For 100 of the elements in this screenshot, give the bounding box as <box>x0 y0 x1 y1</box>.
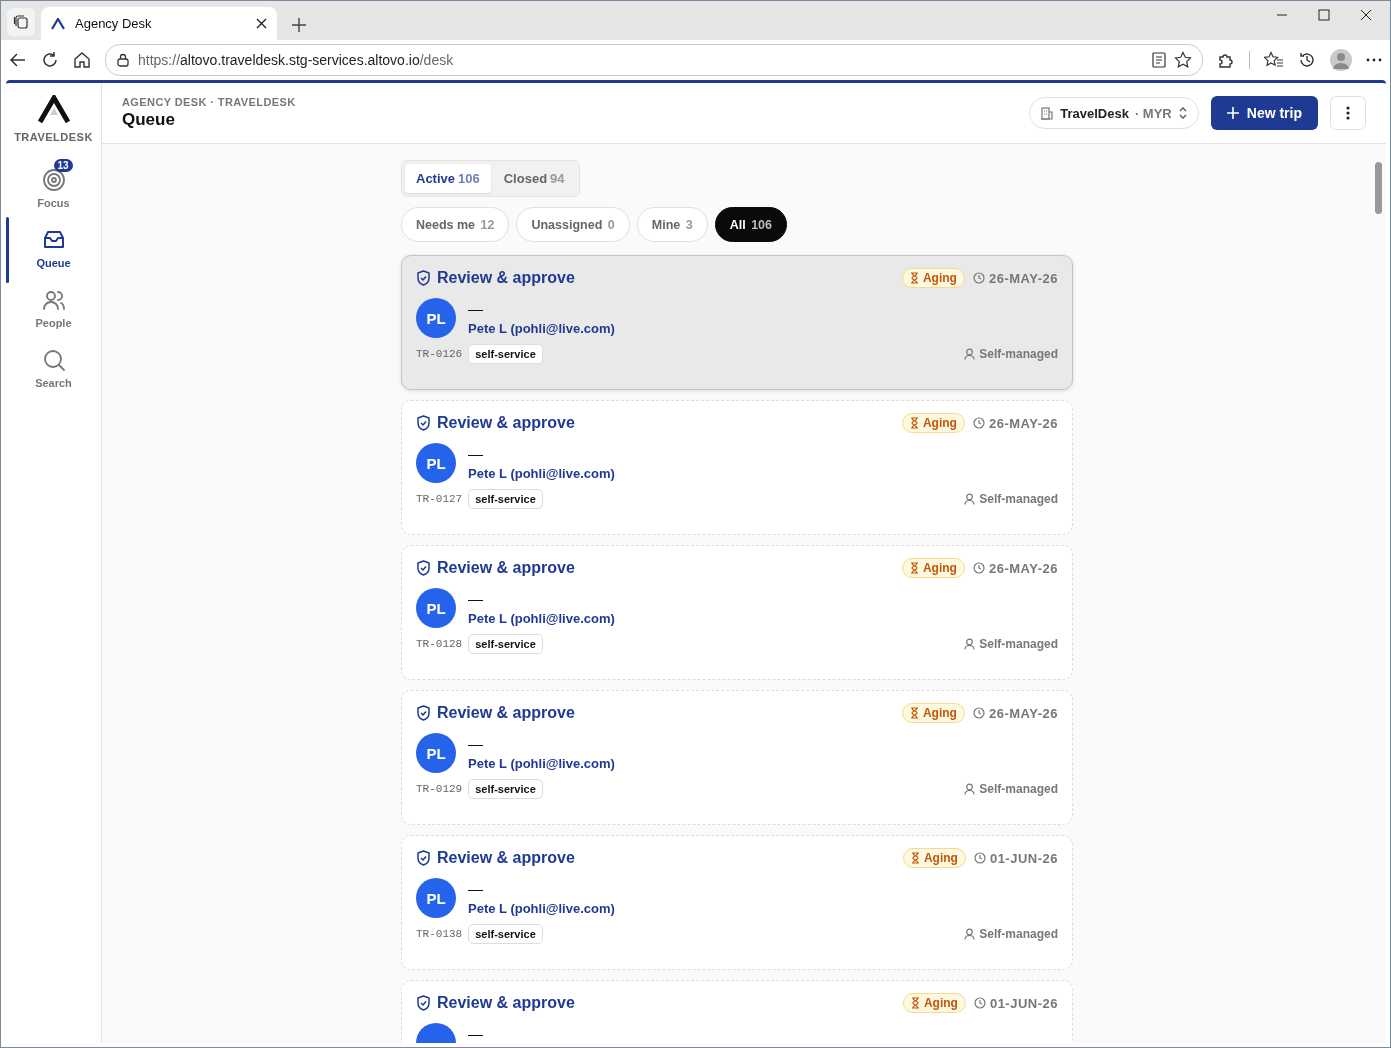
profile-icon[interactable] <box>1330 49 1352 71</box>
trip-card[interactable]: Review & approve Aging 26-MAY-26 PL — Pete L (pohli@live.com) TR-0129 self-service Self-managed <box>401 690 1073 825</box>
back-icon[interactable] <box>9 51 27 69</box>
owner-label: Self-managed <box>964 927 1058 941</box>
hourglass-icon <box>910 997 920 1009</box>
trip-card[interactable]: Review & approve Aging 26-MAY-26 PL — Pete L (pohli@live.com) TR-0128 self-service Self-managed <box>401 545 1073 680</box>
chevron-updown-icon <box>1177 107 1188 119</box>
more-icon[interactable] <box>1366 58 1382 62</box>
channel-tag: self-service <box>468 924 543 944</box>
contact-link[interactable]: Pete L (pohli@live.com) <box>468 901 615 916</box>
breadcrumb: AGENCY DESK · TRAVELDESK <box>122 96 296 108</box>
owner-label: Self-managed <box>964 347 1058 361</box>
hourglass-icon <box>909 562 919 574</box>
clock-icon <box>972 562 985 574</box>
trip-card[interactable]: Review & approve Aging 01-JUN-26 PL — Pete L (pohli@live.com) TR-0138 self-service Self-managed <box>401 835 1073 970</box>
tab-actions-icon[interactable] <box>7 8 35 36</box>
target-icon <box>41 168 66 192</box>
shield-check-icon <box>416 850 431 866</box>
status-tab[interactable]: Active 106 <box>405 164 491 193</box>
trip-id: TR-0127 <box>416 493 463 505</box>
aging-badge: Aging <box>901 703 965 723</box>
clock-icon <box>973 997 986 1009</box>
shield-check-icon <box>416 270 431 286</box>
page-title: Queue <box>122 110 176 130</box>
workspace-selector[interactable]: TravelDesk · MYR <box>1029 97 1199 129</box>
aging-badge: Aging <box>901 413 965 433</box>
aging-badge: Aging <box>902 848 966 868</box>
contact-link[interactable]: Pete L (pohli@live.com) <box>468 321 615 336</box>
maximize-icon[interactable] <box>1318 8 1330 21</box>
logo-icon[interactable] <box>37 95 70 123</box>
trip-summary: — <box>468 735 484 752</box>
contact-link[interactable]: Pete L (pohli@live.com) <box>468 611 615 626</box>
owner-label: Self-managed <box>964 782 1058 796</box>
aging-badge: Aging <box>901 268 965 288</box>
filter-chip[interactable]: Needs me 12 <box>401 207 510 242</box>
new-trip-button[interactable]: New trip <box>1210 96 1318 130</box>
trip-summary: — <box>468 300 484 317</box>
hourglass-icon <box>909 417 919 429</box>
avatar: PL <box>416 443 456 483</box>
person-icon <box>964 638 976 650</box>
home-icon[interactable] <box>73 51 91 69</box>
hourglass-icon <box>909 707 919 719</box>
building-icon <box>1040 106 1055 120</box>
inbox-icon <box>41 229 66 251</box>
person-icon <box>964 783 976 795</box>
logo-icon <box>51 17 65 30</box>
reader-icon[interactable] <box>1152 52 1166 68</box>
shield-check-icon <box>416 415 431 431</box>
trip-card[interactable]: Review & approve Aging 26-MAY-26 PL — Pete L (pohli@live.com) TR-0126 self-service Self-managed <box>401 255 1073 390</box>
contact-link[interactable]: Pete L (pohli@live.com) <box>468 466 615 481</box>
due-date: 26-MAY-26 <box>972 705 1058 721</box>
channel-tag: self-service <box>468 634 543 654</box>
clock-icon <box>972 707 985 719</box>
address-field[interactable]: https://altovo.traveldesk.stg-services.altovo.io/desk <box>105 44 1203 76</box>
due-date: 01-JUN-26 <box>973 995 1058 1011</box>
owner-label: Self-managed <box>964 492 1058 506</box>
trip-summary: — <box>468 445 484 462</box>
history-icon[interactable] <box>1298 51 1316 69</box>
close-icon[interactable] <box>256 18 267 29</box>
trip-id: TR-0138 <box>416 928 463 940</box>
hourglass-icon <box>909 272 919 284</box>
sidebar-item[interactable]: People <box>6 283 101 339</box>
channel-tag: self-service <box>468 489 543 509</box>
filter-chip[interactable]: All 106 <box>714 207 787 242</box>
trip-summary: — <box>468 880 484 897</box>
person-icon <box>964 493 976 505</box>
clock-icon <box>973 852 986 864</box>
star-icon[interactable] <box>1174 51 1192 69</box>
search-icon <box>41 348 66 372</box>
trip-card[interactable]: Review & approve Aging 01-JUN-26 — <box>401 980 1073 1043</box>
browser-tab[interactable]: Agency Desk <box>41 7 277 40</box>
status-tab[interactable]: Closed 94 <box>492 164 576 193</box>
due-date: 01-JUN-26 <box>973 850 1058 866</box>
filter-chip[interactable]: Unassigned 0 <box>516 207 630 242</box>
contact-link[interactable]: Pete L (pohli@live.com) <box>468 756 615 771</box>
puzzle-icon[interactable] <box>1217 51 1235 69</box>
trip-id: TR-0129 <box>416 783 463 795</box>
clock-icon <box>972 272 985 284</box>
trip-card[interactable]: Review & approve Aging 26-MAY-26 PL — Pete L (pohli@live.com) TR-0127 self-service Self-managed <box>401 400 1073 535</box>
card-title: Review & approve <box>437 414 575 432</box>
brand-name: TRAVELDESK <box>14 131 93 143</box>
close-icon[interactable] <box>1360 8 1372 21</box>
favorites-icon[interactable] <box>1264 51 1284 69</box>
avatar: PL <box>416 733 456 773</box>
owner-label: Self-managed <box>964 637 1058 651</box>
shield-check-icon <box>416 560 431 576</box>
hourglass-icon <box>910 852 920 864</box>
lock-icon <box>116 53 130 67</box>
avatar: PL <box>416 878 456 918</box>
card-title: Review & approve <box>437 269 575 287</box>
person-icon <box>964 928 976 940</box>
person-icon <box>964 348 976 360</box>
filter-chip[interactable]: Mine 3 <box>636 207 708 242</box>
trip-summary: — <box>468 1025 483 1042</box>
kebab-icon <box>1346 106 1350 120</box>
card-title: Review & approve <box>437 704 575 722</box>
new-tab-icon[interactable] <box>291 17 307 33</box>
sidebar-item[interactable]: Search <box>6 343 101 399</box>
refresh-icon[interactable] <box>41 51 59 69</box>
channel-tag: self-service <box>468 344 543 364</box>
